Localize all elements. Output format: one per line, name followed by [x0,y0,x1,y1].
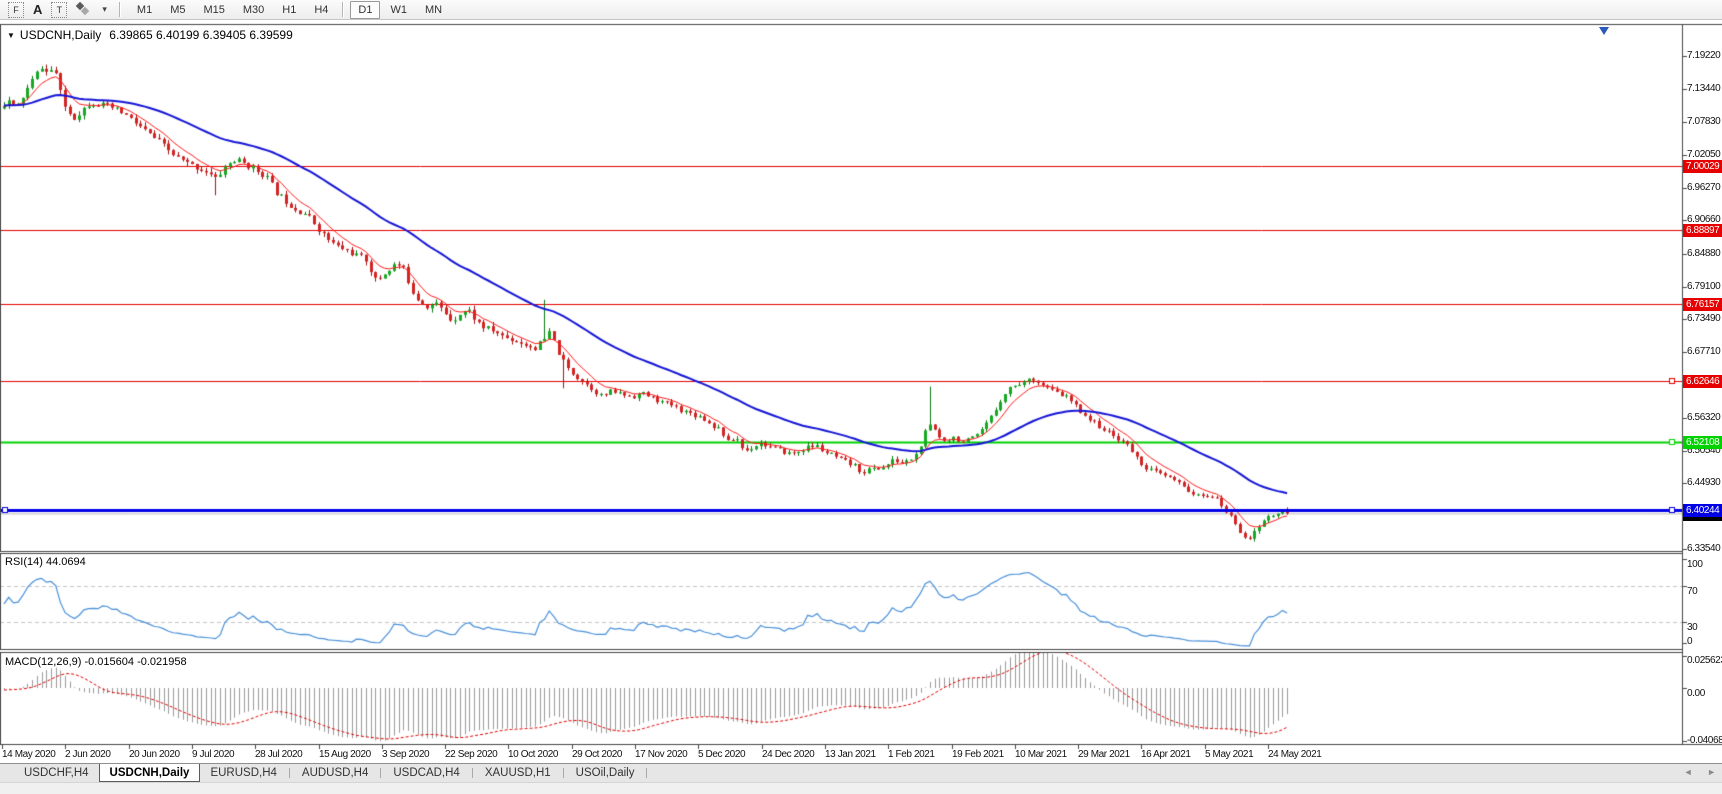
macd-tick-label: 0.00 [1687,688,1705,699]
drawing-tools-group: F A T ▾ [0,1,115,18]
date-tick-label: 10 Mar 2021 [1015,749,1067,760]
date-tick-label: 22 Sep 2020 [445,749,498,760]
price-tick-label: 6.73490 [1687,313,1721,324]
price-tick-label: 6.44930 [1687,477,1721,488]
timeframe-button-m30[interactable]: M30 [235,1,272,19]
chart-tab-xauusd-h1[interactable]: XAUUSD,H1 [475,764,561,782]
price-tick-label: 6.33540 [1687,543,1721,554]
toolbar-separator [342,2,345,17]
chart-tab-usdcad-h4[interactable]: USDCAD,H4 [383,764,469,782]
date-tick-label: 9 Jul 2020 [192,749,235,760]
rsi-indicator-label: RSI(14) 44.0694 [5,556,86,568]
chart-ohlc-values: 6.39865 6.40199 6.39405 6.39599 [109,28,293,42]
date-tick-label: 29 Oct 2020 [572,749,623,760]
text-tool-icon[interactable]: A [33,2,42,17]
rsi-tick-label: 70 [1687,586,1698,597]
timeframe-buttons-group: M1 M5 M15 M30 H1 H4 D1 W1 MN [129,0,450,19]
date-tick-label: 1 Feb 2021 [888,749,935,760]
price-tick-label: 6.96270 [1687,182,1721,193]
tabs-scroll-left-icon[interactable]: ◄ [1684,767,1693,777]
date-tick-label: 13 Jan 2021 [825,749,876,760]
date-tick-label: 29 Mar 2021 [1078,749,1130,760]
tab-separator [471,768,473,778]
date-tick-label: 20 Jun 2020 [129,749,180,760]
date-tick-label: 28 Jul 2020 [255,749,303,760]
shapes-dropdown-caret-icon[interactable]: ▾ [102,4,107,15]
date-tick-label: 15 Aug 2020 [319,749,371,760]
rsi-tick-label: 30 [1687,622,1698,633]
freehand-tool-icon[interactable]: F [8,1,24,18]
macd-tick-label: 0.025623 [1687,655,1722,666]
toolbar-separator [118,2,121,17]
tab-separator [562,768,564,778]
macd-tick-label: -0.04068 [1687,735,1722,746]
price-tick-label: 6.67710 [1687,346,1721,357]
timeframe-button-d1[interactable]: D1 [350,0,381,19]
date-tick-label: 3 Sep 2020 [382,749,430,760]
rsi-tick-label: 100 [1687,559,1703,570]
status-bar [0,782,1722,794]
chart-tab-usoil-daily[interactable]: USOil,Daily [566,764,645,782]
chart-tab-usdchf-h4[interactable]: USDCHF,H4 [14,764,99,782]
price-level-tag: 6.52108 [1683,436,1722,449]
date-tick-label: 16 Apr 2021 [1141,749,1191,760]
chart-shift-marker-icon[interactable] [1599,27,1609,35]
tab-separator [288,768,290,778]
timeframe-button-mn[interactable]: MN [417,1,450,19]
date-tick-label: 5 May 2021 [1205,749,1254,760]
date-tick-label: 19 Feb 2021 [952,749,1004,760]
chart-tab-usdcnh-daily[interactable]: USDCNH,Daily [98,764,201,782]
shapes-tool-icon[interactable] [76,1,91,17]
timeframe-button-h1[interactable]: H1 [274,1,304,19]
date-tick-label: 24 Dec 2020 [762,749,815,760]
macd-indicator-label: MACD(12,26,9) -0.015604 -0.021958 [5,656,187,668]
timeframe-button-w1[interactable]: W1 [382,1,415,19]
date-tick-label: 14 May 2020 [2,749,56,760]
chart-symbol-title: USDCNH,Daily [19,28,102,42]
date-tick-label: 24 May 2021 [1268,749,1322,760]
price-tick-label: 7.19220 [1687,50,1721,61]
date-tick-label: 10 Oct 2020 [508,749,559,760]
chart-header: ▼ USDCNH,Daily 6.39865 6.40199 6.39405 6.3… [7,28,293,42]
chart-tabs-bar: USDCHF,H4 USDCNH,Daily EURUSD,H4 AUDUSD,H4 U… [0,763,1722,782]
timeframe-button-m15[interactable]: M15 [195,1,232,19]
chart-tabs: USDCHF,H4 USDCNH,Daily EURUSD,H4 AUDUSD,H4 U… [14,764,649,782]
price-level-tag: 6.40244 [1683,504,1722,517]
chart-menu-arrow-icon[interactable]: ▼ [7,31,15,40]
rsi-tick-label: 0 [1687,636,1693,647]
date-tick-label: 17 Nov 2020 [635,749,688,760]
chart-canvas[interactable] [0,0,1722,763]
date-tick-label: 2 Jun 2020 [65,749,111,760]
chart-tab-eurusd-h4[interactable]: EURUSD,H4 [200,764,286,782]
price-tick-label: 7.13440 [1687,83,1721,94]
timeframe-button-h4[interactable]: H4 [306,1,336,19]
top-toolbar: F A T ▾ M1 M5 M15 M30 H1 H4 D1 W1 MN [0,0,1722,20]
chart-tab-audusd-h4[interactable]: AUDUSD,H4 [292,764,378,782]
tab-separator [380,768,382,778]
price-tick-label: 6.56320 [1687,412,1721,423]
price-level-tag: 6.88897 [1683,224,1722,237]
price-tick-label: 6.84880 [1687,248,1721,259]
text-label-tool-icon[interactable]: T [51,1,68,18]
price-tick-label: 7.07830 [1687,116,1721,127]
timeframe-button-m1[interactable]: M1 [129,1,160,19]
price-level-tag: 6.76157 [1683,298,1722,311]
tabs-scroll-right-icon[interactable]: ► [1707,767,1716,777]
tab-separator [646,768,648,778]
timeframe-button-m5[interactable]: M5 [162,1,193,19]
price-level-tag: 6.62646 [1683,375,1722,388]
price-tick-label: 6.79100 [1687,281,1721,292]
tabs-scroll-arrows: ◄ ► [1672,767,1716,777]
date-tick-label: 5 Dec 2020 [698,749,746,760]
price-level-tag: 7.00029 [1683,160,1722,173]
